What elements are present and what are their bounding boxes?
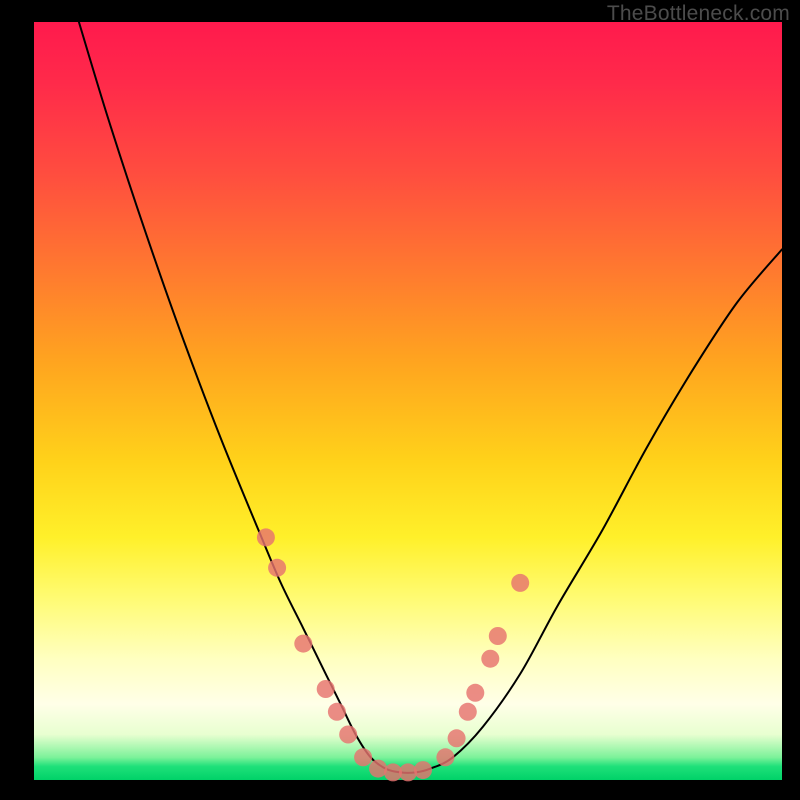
curve-marker xyxy=(489,627,507,645)
chart-svg xyxy=(34,22,782,780)
curve-marker xyxy=(328,703,346,721)
curve-marker xyxy=(448,729,466,747)
curve-marker xyxy=(481,650,499,668)
curve-marker xyxy=(414,761,432,779)
marker-group xyxy=(257,528,529,781)
chart-frame: TheBottleneck.com xyxy=(0,0,800,800)
curve-marker xyxy=(436,748,454,766)
curve-marker xyxy=(466,684,484,702)
curve-marker xyxy=(354,748,372,766)
bottleneck-curve xyxy=(79,22,782,773)
curve-marker xyxy=(268,559,286,577)
curve-marker xyxy=(257,528,275,546)
curve-marker xyxy=(459,703,477,721)
curve-marker xyxy=(339,726,357,744)
curve-marker xyxy=(294,635,312,653)
curve-marker xyxy=(511,574,529,592)
curve-marker xyxy=(317,680,335,698)
plot-area xyxy=(34,22,782,780)
